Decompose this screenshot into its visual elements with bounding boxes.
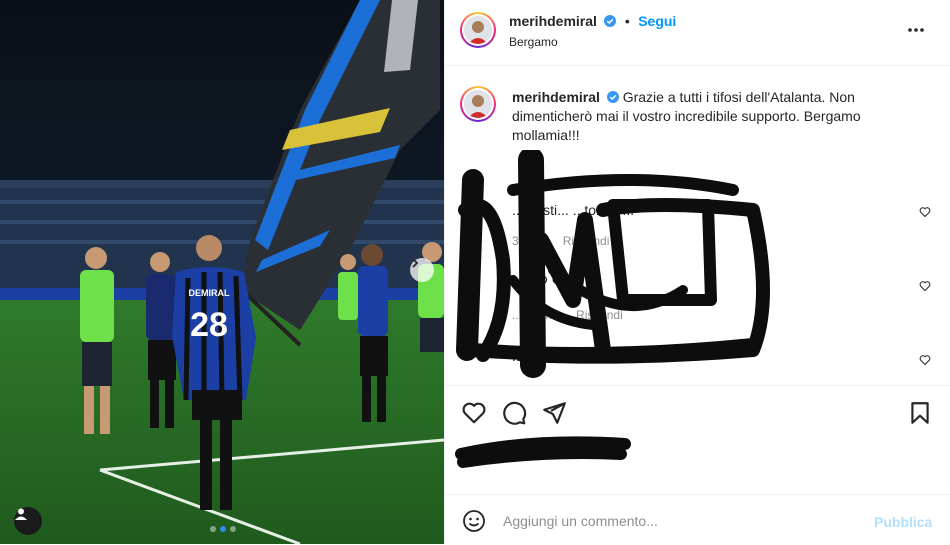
- author-username[interactable]: merihdemiral: [509, 13, 597, 29]
- like-comment-heart-icon[interactable]: [919, 280, 931, 292]
- caption-author-avatar[interactable]: [460, 86, 496, 122]
- carousel-dot: [210, 526, 216, 532]
- jersey-name: DEMIRAL: [189, 288, 230, 298]
- separator-dot: •: [624, 13, 630, 29]
- stadium-photo: DEMIRAL 28: [0, 0, 444, 544]
- tagged-users-button[interactable]: [14, 507, 42, 535]
- comment-text: ...: [512, 274, 892, 290]
- add-comment-bar: Pubblica: [445, 494, 950, 545]
- comment-meta: 32 ...e Rispondi: [512, 234, 623, 248]
- post-details-panel: merihdemiral • Segui Bergamo merihdemira…: [444, 0, 950, 544]
- verified-badge-icon: [606, 91, 619, 103]
- post-caption: merihdemiral Grazie a tutti i tifosi del…: [512, 88, 932, 145]
- carousel-next-button[interactable]: [410, 258, 434, 282]
- follow-button[interactable]: Segui: [638, 13, 676, 29]
- comment-text: ...na sti... ...tomio ...: [512, 202, 635, 218]
- carousel-dot: [230, 526, 236, 532]
- reply-button[interactable]: Rispondi: [563, 234, 610, 248]
- post-actions: Piac... ...: [445, 385, 950, 486]
- comment-likes[interactable]: ...ersone: [512, 308, 559, 322]
- post-photo[interactable]: DEMIRAL 28: [0, 0, 444, 544]
- comment-input[interactable]: [501, 507, 865, 535]
- comment-likes[interactable]: 32 ...e: [512, 234, 545, 248]
- publish-button[interactable]: Pubblica: [874, 514, 932, 530]
- save-bookmark-icon[interactable]: [907, 400, 933, 426]
- chevron-right-icon: [412, 258, 419, 268]
- jersey-number: 28: [190, 306, 228, 344]
- comments-section[interactable]: merihdemiral Grazie a tutti i tifosi del…: [445, 66, 950, 384]
- emoji-smiley-icon[interactable]: [462, 509, 486, 533]
- like-comment-heart-icon[interactable]: [919, 206, 931, 218]
- avatar-image: [464, 90, 492, 118]
- heart-emoji-icon: [532, 275, 547, 289]
- carousel-dots: [210, 526, 236, 532]
- post-header: merihdemiral • Segui Bergamo: [445, 0, 950, 66]
- reply-button[interactable]: Rispondi: [576, 308, 623, 322]
- comment-text: ... questa difesa Juve ...: [512, 348, 660, 364]
- share-send-icon[interactable]: [541, 400, 567, 426]
- verified-badge-icon: [604, 15, 617, 27]
- post-location[interactable]: Bergamo: [509, 35, 558, 49]
- avatar-image: [464, 16, 492, 44]
- black-heart-emoji-icon: [552, 276, 566, 288]
- author-avatar[interactable]: [460, 12, 496, 48]
- more-options-icon[interactable]: [907, 27, 925, 33]
- comment-bubble-icon[interactable]: [501, 400, 527, 426]
- carousel-dot-active: [220, 526, 226, 532]
- caption-username[interactable]: merihdemiral: [512, 89, 600, 105]
- likes-summary[interactable]: Piac... ...: [462, 445, 516, 461]
- user-icon: [15, 508, 27, 520]
- comment-meta: ...ersone Rispondi: [512, 308, 637, 322]
- like-heart-icon[interactable]: [461, 400, 487, 426]
- like-comment-heart-icon[interactable]: [919, 354, 931, 366]
